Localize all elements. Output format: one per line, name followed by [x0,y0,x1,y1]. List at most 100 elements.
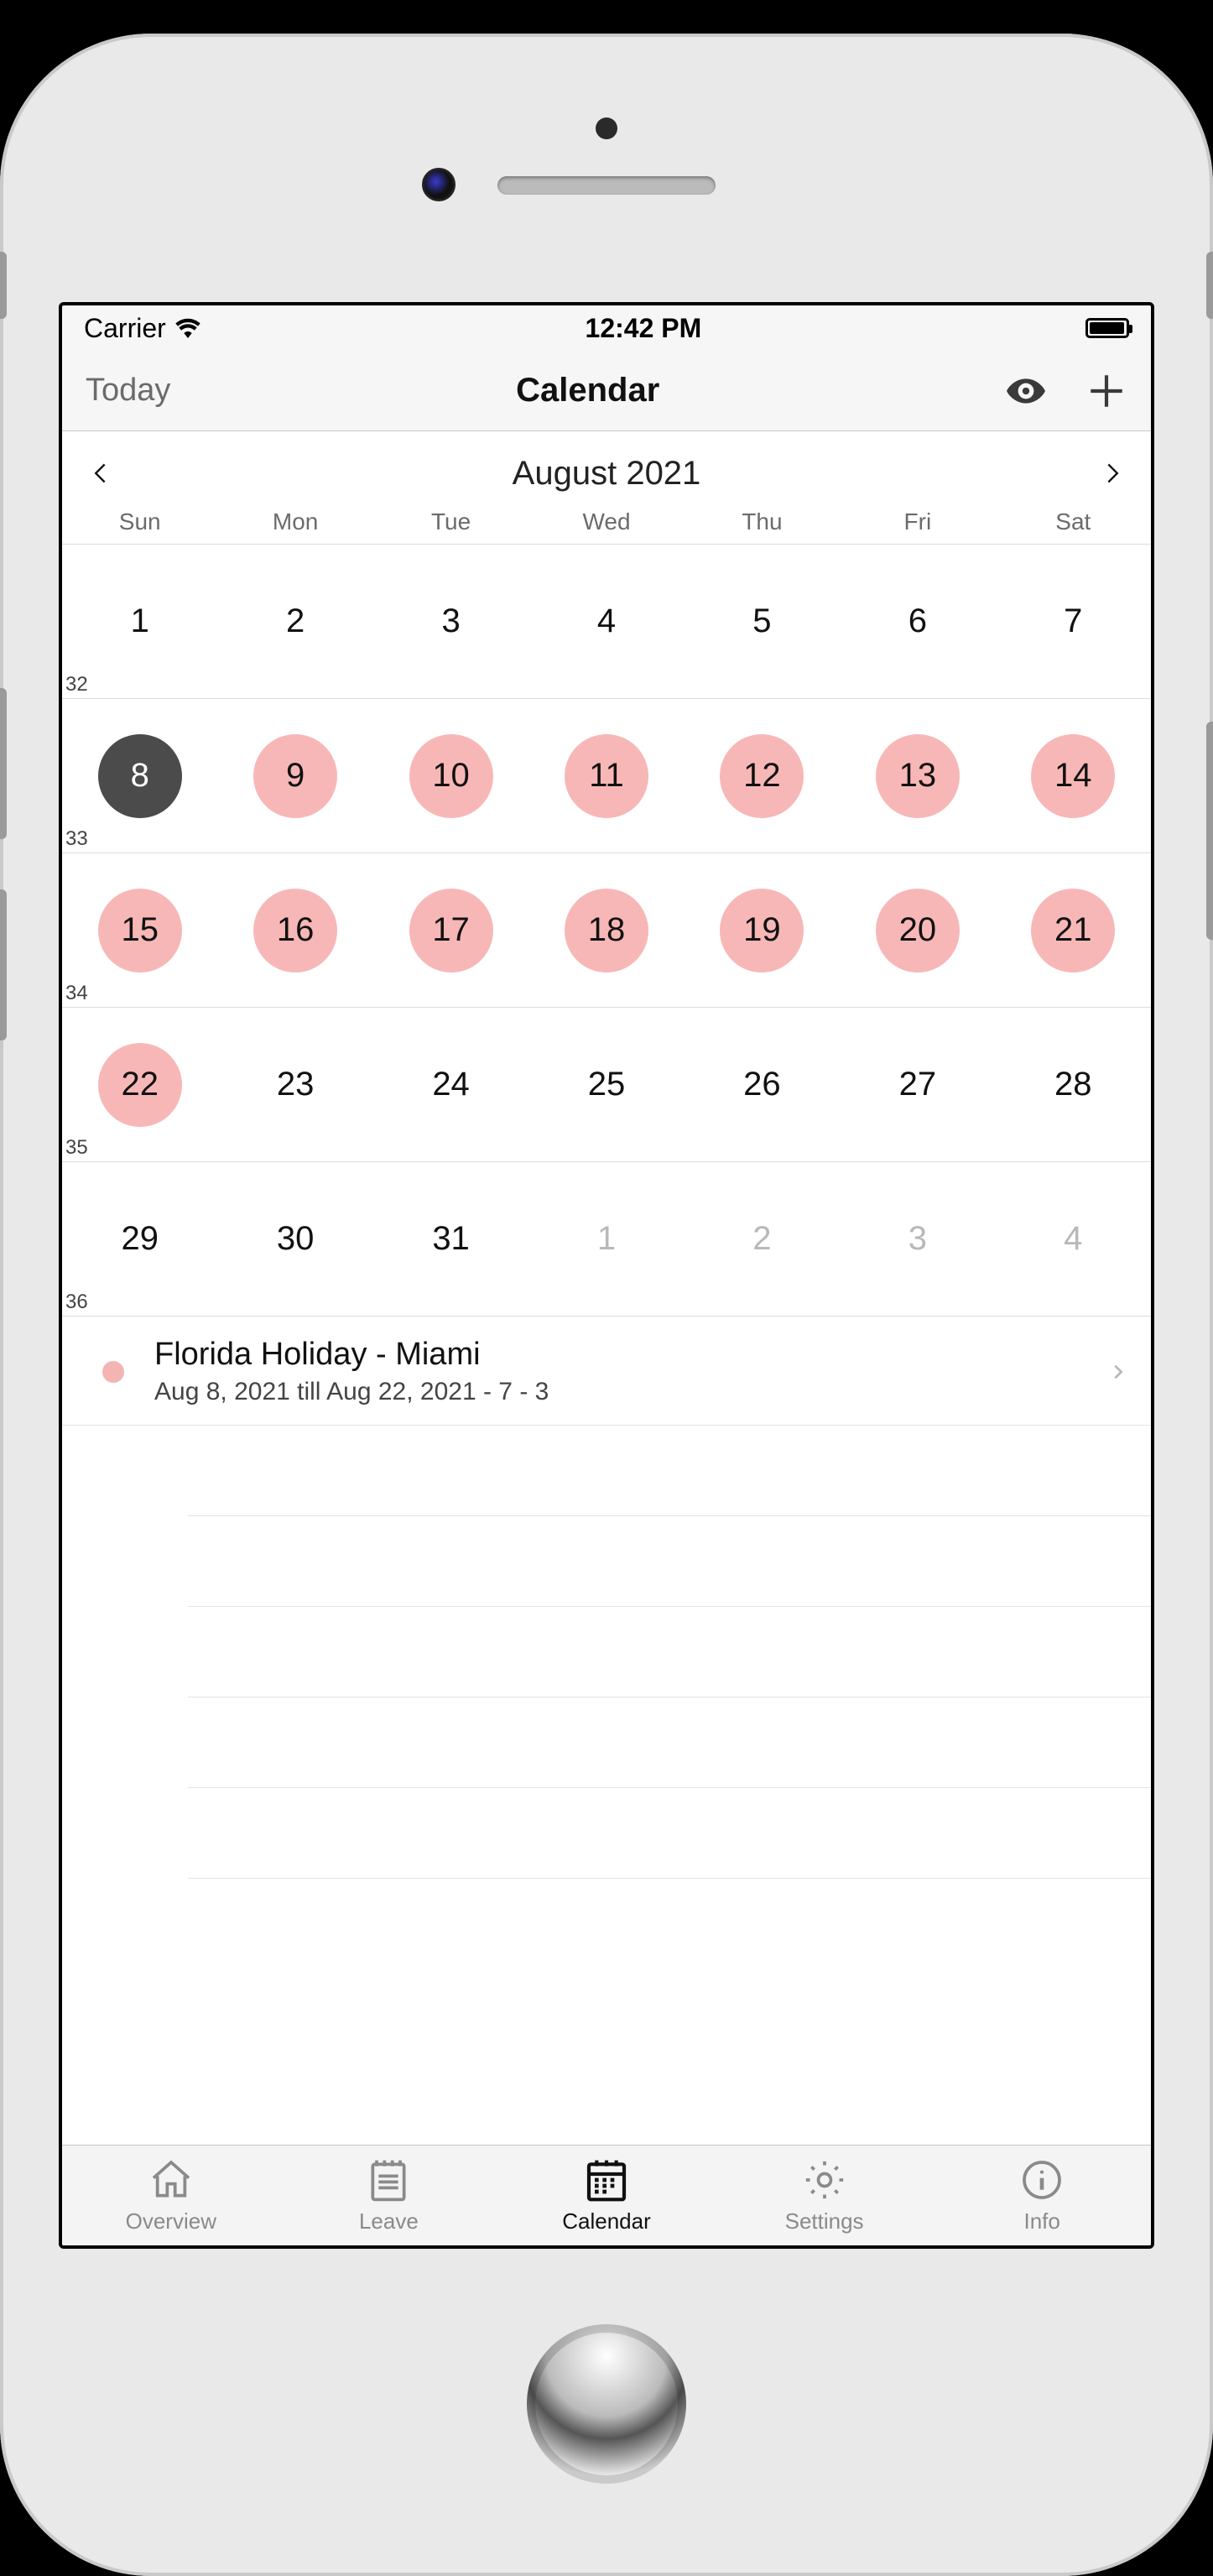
calendar-day[interactable]: 6 [840,580,995,664]
weekday-row: Sun Mon Tue Wed Thu Fri Sat [62,503,1151,544]
day-number: 30 [253,1197,337,1281]
week-number: 33 [65,827,88,851]
day-number: 19 [720,889,804,973]
week-row: 35 22 23 24 25262728 [62,1008,1151,1162]
calendar-day[interactable]: 29 [62,1197,217,1281]
calendar-day[interactable]: 15 [62,889,217,973]
calendar-day[interactable]: 25 [528,1043,684,1127]
calendar-day[interactable]: 7 [996,580,1151,664]
day-number: 23 [253,1043,337,1127]
calendar-day[interactable]: 2 [685,1197,840,1281]
day-number: 4 [1031,1197,1115,1281]
calendar-day[interactable]: 1 [528,1197,684,1281]
tab-overview[interactable]: Overview [62,2146,280,2245]
calendar-day[interactable]: 10 [373,734,528,818]
tab-bar: Overview Leave Calendar Settings [62,2145,1151,2245]
today-button[interactable]: Today [86,373,170,409]
day-number: 12 [720,734,804,818]
week-number: 36 [65,1291,88,1314]
month-title: August 2021 [513,455,701,493]
event-subtitle: Aug 8, 2021 till Aug 22, 2021 - 7 - 3 [154,1378,1109,1406]
week-row: 321234567 [62,545,1151,699]
empty-list-row [188,1607,1151,1697]
day-number: 1 [98,580,182,664]
tab-leave[interactable]: Leave [280,2146,498,2245]
calendar-day[interactable]: 26 [685,1043,840,1127]
day-number: 16 [253,889,337,973]
weekday-label: Tue [373,508,528,535]
calendar-day[interactable]: 23 [217,1043,372,1127]
week-number: 35 [65,1136,88,1160]
status-left: Carrier [84,313,201,344]
battery-icon [1085,318,1129,338]
sensor-dot [596,117,617,139]
calendar-day[interactable]: 21 [996,889,1151,973]
weekday-label: Mon [217,508,372,535]
day-number: 3 [876,1197,960,1281]
status-time: 12:42 PM [586,313,702,344]
calendar-day[interactable]: 14 [996,734,1151,818]
calendar-day[interactable]: 3 [373,580,528,664]
calendar-day[interactable]: 16 [217,889,372,973]
side-notch [0,688,7,839]
calendar-day[interactable]: 22 [62,1043,217,1127]
calendar-day[interactable]: 30 [217,1197,372,1281]
day-number: 31 [409,1197,493,1281]
calendar-day[interactable]: 4 [996,1197,1151,1281]
calendar-day[interactable]: 18 [528,889,684,973]
calendar-day[interactable]: 28 [996,1043,1151,1127]
event-row[interactable]: Florida Holiday - Miami Aug 8, 2021 till… [62,1317,1151,1426]
nav-actions [1005,370,1127,412]
eye-icon[interactable] [1005,370,1047,412]
notepad-icon [365,2156,412,2203]
calendar-day[interactable]: 27 [840,1043,995,1127]
calendar-day[interactable]: 17 [373,889,528,973]
home-button[interactable] [527,2324,686,2484]
week-row: 3415161718192021 [62,853,1151,1008]
tab-label: Settings [785,2208,864,2234]
tab-settings[interactable]: Settings [716,2146,934,2245]
calendar-day[interactable]: 20 [840,889,995,973]
day-number: 24 [409,1043,493,1127]
day-number: 8 [98,734,182,818]
day-number: 3 [409,580,493,664]
calendar-day[interactable]: 13 [840,734,995,818]
next-month-button[interactable] [1101,453,1124,493]
add-icon[interactable] [1085,370,1127,412]
tab-label: Leave [359,2208,419,2234]
day-number: 4 [565,580,648,664]
calendar-day[interactable]: 31 [373,1197,528,1281]
calendar-day[interactable]: 24 [373,1043,528,1127]
calendar-day[interactable]: 8 [62,734,217,818]
day-number: 2 [720,1197,804,1281]
speaker [497,176,716,195]
calendar-day[interactable]: 12 [685,734,840,818]
front-camera [422,168,456,201]
day-number: 18 [565,889,648,973]
calendar-day[interactable]: 5 [685,580,840,664]
day-number: 17 [409,889,493,973]
tab-label: Info [1024,2208,1060,2234]
weekday-label: Sun [62,508,217,535]
weekday-label: Fri [840,508,995,535]
calendar-day[interactable]: 11 [528,734,684,818]
event-title: Florida Holiday - Miami [154,1337,1109,1373]
tab-info[interactable]: Info [933,2146,1151,2245]
day-number: 2 [253,580,337,664]
calendar-day[interactable]: 19 [685,889,840,973]
calendar-day[interactable]: 9 [217,734,372,818]
month-header: August 2021 Sun Mon Tue Wed Thu Fri Sat [62,431,1151,545]
calendar-day[interactable]: 1 [62,580,217,664]
calendar-day[interactable]: 4 [528,580,684,664]
tab-calendar[interactable]: Calendar [497,2146,716,2245]
empty-list-row [188,1426,1151,1516]
day-number: 10 [409,734,493,818]
day-number: 21 [1031,889,1115,973]
chevron-right-icon [1109,1356,1127,1388]
calendar-day[interactable]: 2 [217,580,372,664]
weekday-label: Thu [685,508,840,535]
prev-month-button[interactable] [89,453,112,493]
event-texts: Florida Holiday - Miami Aug 8, 2021 till… [154,1337,1109,1406]
calendar-day[interactable]: 3 [840,1197,995,1281]
tab-label: Overview [126,2208,216,2234]
